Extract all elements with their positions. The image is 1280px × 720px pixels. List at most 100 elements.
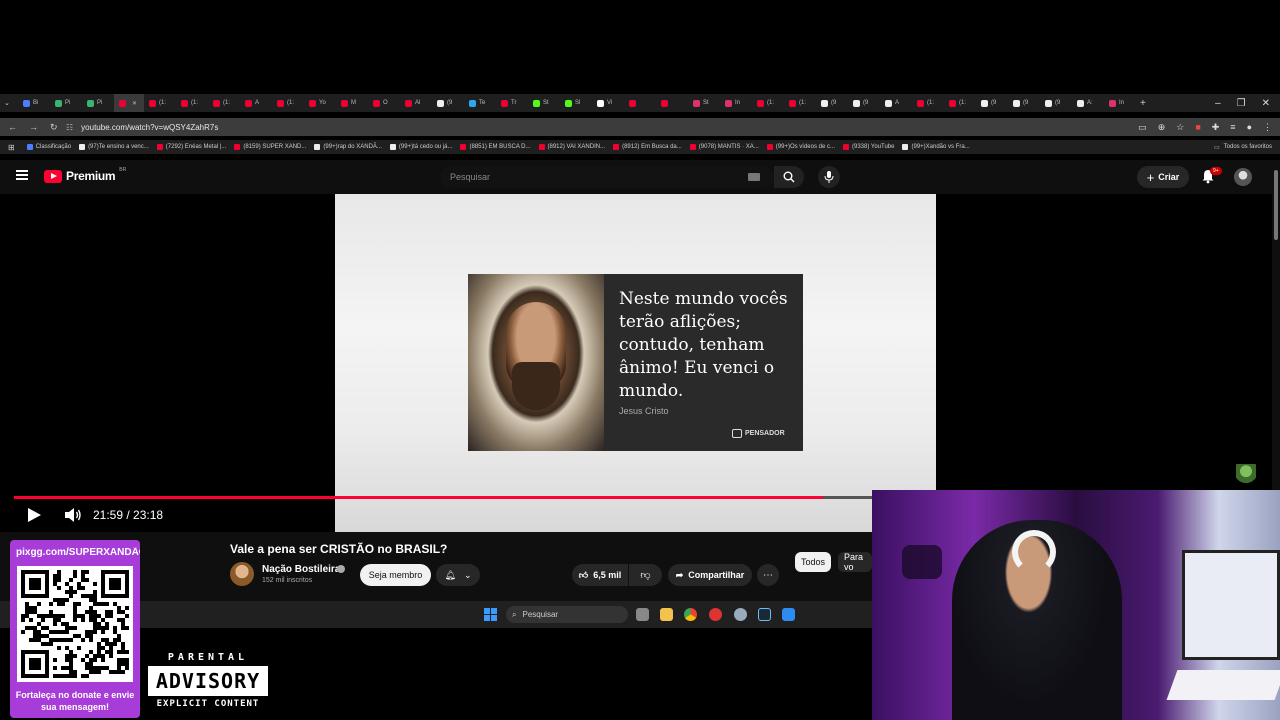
bookmark-item[interactable]: (8912) Em Busca da... xyxy=(613,144,682,150)
browser-tab[interactable]: In xyxy=(1104,94,1136,112)
notification-toggle-button[interactable]: 🔔︎ ⌄ xyxy=(436,564,480,586)
new-tab-icon[interactable]: + xyxy=(1136,98,1146,109)
extension-red-icon[interactable]: ■ xyxy=(1195,122,1200,133)
apps-grid-icon[interactable]: ⊞ xyxy=(8,143,15,152)
browser-tab[interactable]: A xyxy=(880,94,912,112)
bookmark-item[interactable]: (9078) MANTIS · XA... xyxy=(689,144,759,150)
browser-tab[interactable]: (1: xyxy=(176,94,208,112)
browser-tab[interactable]: In xyxy=(720,94,752,112)
browser-tab[interactable]: (1: xyxy=(912,94,944,112)
all-bookmarks[interactable]: ▭ Todos os favoritos xyxy=(1214,140,1272,154)
browser-tab[interactable] xyxy=(624,94,656,112)
task-view-icon[interactable] xyxy=(636,608,649,621)
profile-icon[interactable]: ● xyxy=(1247,122,1252,133)
bookmark-item[interactable]: (97)Te ensino a venc... xyxy=(79,144,149,150)
tab-close-icon[interactable]: ✕ xyxy=(132,100,137,107)
zoom-icon[interactable]: ⊕ xyxy=(1158,122,1166,133)
search-button[interactable] xyxy=(774,166,804,188)
search-input[interactable]: Pesquisar xyxy=(440,166,774,188)
bookmark-item[interactable]: Classificação xyxy=(26,144,71,150)
back-icon[interactable]: ← xyxy=(8,122,17,133)
browser-tab[interactable]: (9 xyxy=(976,94,1008,112)
windows-start-icon[interactable] xyxy=(484,608,497,621)
video-player[interactable]: Neste mundo vocês terão aflições; contud… xyxy=(0,194,1272,532)
page-scrollbar[interactable] xyxy=(1272,160,1280,490)
youtube-logo[interactable]: Premium BR xyxy=(44,167,126,183)
keyboard-icon[interactable] xyxy=(748,173,760,181)
app-icon[interactable] xyxy=(709,608,722,621)
cast-icon[interactable]: ▭ xyxy=(1138,122,1147,133)
minimize-icon[interactable]: – xyxy=(1215,98,1221,109)
taskbar-search[interactable]: ⌕ Pesquisar xyxy=(506,606,628,623)
scroll-thumb[interactable] xyxy=(1274,170,1278,240)
chip-for-you[interactable]: Para vo xyxy=(838,552,872,572)
chip-all[interactable]: Todos xyxy=(795,552,831,572)
channel-avatar[interactable] xyxy=(230,562,254,586)
settings-icon[interactable] xyxy=(734,608,747,621)
browser-tab[interactable]: Yo xyxy=(304,94,336,112)
browser-tab[interactable]: Tr xyxy=(496,94,528,112)
more-actions-button[interactable]: ⋯ xyxy=(757,564,779,586)
bookmark-item[interactable]: (9338) YouTube xyxy=(843,144,894,150)
bookmark-item[interactable]: (99+)Os vídeos de c... xyxy=(766,144,835,150)
browser-tab[interactable]: Vi xyxy=(592,94,624,112)
browser-tab[interactable]: (1: xyxy=(208,94,240,112)
bookmark-item[interactable]: (99+)tá cedo ou já... xyxy=(389,144,452,150)
bookmark-item[interactable]: (8851) EM BUSCA D... xyxy=(460,144,531,150)
dislike-button[interactable]: 👎︎ xyxy=(629,564,662,586)
browser-tab[interactable]: M xyxy=(336,94,368,112)
browser-tab[interactable]: Bi xyxy=(18,94,50,112)
browser-tab[interactable]: (9 xyxy=(848,94,880,112)
browser-tab[interactable]: ✕ xyxy=(114,94,144,112)
maximize-icon[interactable]: ❐ xyxy=(1237,98,1246,109)
file-explorer-icon[interactable] xyxy=(660,608,673,621)
bookmark-item[interactable]: (8159) SUPER XAND... xyxy=(234,144,306,150)
browser-tab[interactable]: Sl xyxy=(560,94,592,112)
volume-icon[interactable] xyxy=(64,507,82,523)
site-info-icon[interactable]: ☷ xyxy=(66,123,73,132)
forward-icon[interactable]: → xyxy=(29,122,38,133)
puzzle-icon[interactable]: ✚ xyxy=(1212,122,1220,133)
tab-search-icon[interactable]: ⌄ xyxy=(4,99,18,107)
browser-tab[interactable]: (9 xyxy=(1008,94,1040,112)
voice-search-button[interactable] xyxy=(818,166,840,188)
browser-tab[interactable]: (9 xyxy=(816,94,848,112)
browser-tab[interactable]: (1: xyxy=(272,94,304,112)
browser-tab[interactable]: St xyxy=(688,94,720,112)
close-icon[interactable]: ✕ xyxy=(1262,98,1270,109)
like-button[interactable]: 👍︎ 6,5 mil xyxy=(572,564,628,586)
bookmark-item[interactable]: (99+)Xandão vs Fra... xyxy=(902,144,970,150)
media-icon[interactable]: ≡ xyxy=(1230,122,1235,133)
progress-bar[interactable] xyxy=(14,496,872,499)
share-button[interactable]: ➦ Compartilhar xyxy=(668,564,752,586)
browser-tab[interactable]: A xyxy=(240,94,272,112)
kebab-menu-icon[interactable]: ⋮ xyxy=(1263,122,1272,133)
channel-name[interactable]: Nação Bostileira xyxy=(262,564,340,575)
join-member-button[interactable]: Seja membro xyxy=(360,564,431,586)
create-button[interactable]: + Criar xyxy=(1137,166,1189,188)
bookmark-item[interactable]: (8912) VAI XANDIN... xyxy=(538,144,605,150)
url-field[interactable]: youtube.com/watch?v=wQSY4ZahR7s xyxy=(73,123,1138,132)
browser-tab[interactable]: A: xyxy=(1072,94,1104,112)
star-icon[interactable]: ☆ xyxy=(1176,122,1184,133)
bookmark-item[interactable]: (99+)rap do XANDÃ... xyxy=(314,144,382,150)
browser-tab[interactable]: Al xyxy=(400,94,432,112)
reload-icon[interactable]: ↻ xyxy=(50,122,58,133)
steam-icon[interactable] xyxy=(758,608,771,621)
browser-tab[interactable]: (1: xyxy=(784,94,816,112)
browser-tab[interactable]: O xyxy=(368,94,400,112)
bookmark-item[interactable]: (7292) Enéas Metal |... xyxy=(156,144,226,150)
browser-tab[interactable]: (1: xyxy=(944,94,976,112)
account-avatar[interactable] xyxy=(1234,168,1252,186)
browser-tab[interactable]: (9 xyxy=(1040,94,1072,112)
browser-tab[interactable]: (1: xyxy=(752,94,784,112)
hamburger-menu-icon[interactable] xyxy=(16,170,28,180)
browser-tab[interactable]: Te xyxy=(464,94,496,112)
browser-tab[interactable] xyxy=(656,94,688,112)
browser-tab[interactable]: (1: xyxy=(144,94,176,112)
play-icon[interactable] xyxy=(28,508,41,522)
browser-tab[interactable]: Pi xyxy=(50,94,82,112)
chrome-icon[interactable] xyxy=(684,608,697,621)
browser-tab[interactable]: St xyxy=(528,94,560,112)
app-blue-icon[interactable] xyxy=(782,608,795,621)
